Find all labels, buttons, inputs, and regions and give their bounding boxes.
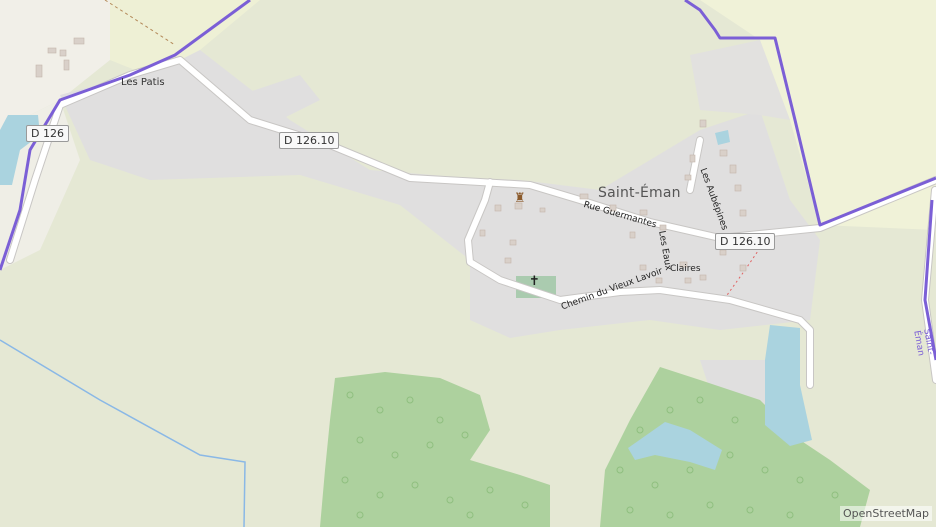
hamlet-label[interactable]: Les Patis bbox=[121, 77, 165, 88]
boundary-label: Saint-Éman bbox=[911, 328, 936, 357]
attribution[interactable]: OpenStreetMap bbox=[839, 506, 932, 521]
road-shield-d126[interactable]: D 126 bbox=[26, 125, 69, 142]
place-label[interactable]: Saint-Éman bbox=[598, 185, 681, 201]
map-canvas[interactable]: Saint-Éman Les Patis D 126 D 126.10 D 12… bbox=[0, 0, 936, 527]
town-hall-icon[interactable]: ♜ bbox=[514, 191, 526, 206]
street-label-claires[interactable]: Claires bbox=[670, 264, 701, 274]
road-shield-d126-10-east[interactable]: D 126.10 bbox=[715, 233, 776, 250]
road-shield-d126-10-west[interactable]: D 126.10 bbox=[279, 132, 340, 149]
cross-icon[interactable]: ✝ bbox=[529, 274, 540, 289]
